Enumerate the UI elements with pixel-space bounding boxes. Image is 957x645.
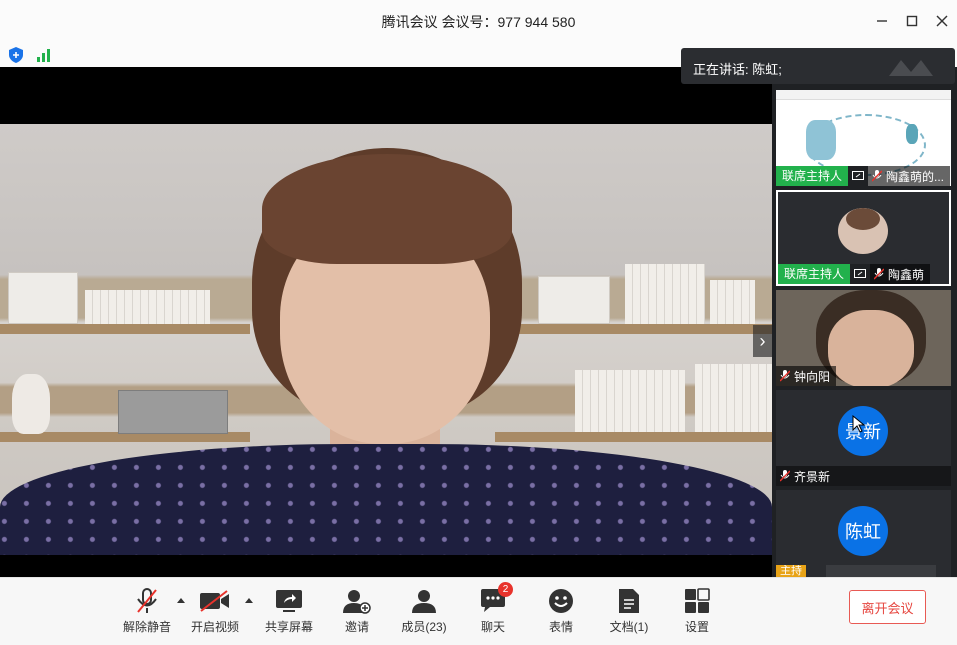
- participant-name: 陶鑫萌: [888, 267, 925, 282]
- add-user-icon: [322, 586, 392, 616]
- main-video-stage[interactable]: ›: [0, 67, 772, 577]
- shelf: [495, 324, 772, 334]
- participant-tag-row: 联席主持人 陶鑫萌: [778, 264, 931, 284]
- participant-tag-row: 钟向阳: [776, 366, 837, 386]
- participant-tile[interactable]: 景新 齐景新: [776, 390, 951, 486]
- mic-muted-icon: [780, 370, 790, 382]
- settings-label: 设置: [684, 620, 709, 634]
- participant-name-tag: 陶鑫萌: [870, 264, 931, 284]
- members-button[interactable]: 成员(23): [389, 586, 459, 635]
- books: [85, 290, 210, 324]
- share-screen-icon: [254, 586, 324, 616]
- grid-settings-icon: [662, 586, 732, 616]
- books: [710, 280, 755, 324]
- participant-name-tag: 齐景新: [776, 466, 951, 486]
- window-title: 腾讯会议 会议号：977 944 580: [381, 14, 576, 30]
- chat-button[interactable]: 2 聊天: [458, 582, 528, 635]
- invite-button[interactable]: 邀请: [322, 586, 392, 635]
- camera-off-icon: [180, 586, 250, 616]
- meeting-toolbar: 解除静音 开启视频 共享屏幕 邀请 成员(23) 2 聊天 表情 文档(1) 设…: [0, 577, 957, 645]
- smiley-icon: [526, 586, 596, 616]
- screen-share-icon: [848, 166, 869, 186]
- emoji-button[interactable]: 表情: [526, 586, 596, 635]
- participant-name-tag: 陶鑫萌的...: [868, 166, 951, 186]
- mic-muted-icon: [874, 268, 885, 280]
- unmute-button[interactable]: 解除静音: [112, 586, 182, 635]
- person-bangs: [262, 154, 512, 264]
- members-label: 成员(23): [401, 620, 447, 634]
- mic-muted-icon: [780, 470, 790, 482]
- chevron-up-icon[interactable]: [244, 596, 254, 606]
- screen-share-icon: [850, 264, 871, 284]
- participant-tag-row: 主持: [776, 565, 936, 577]
- unmute-label: 解除静音: [122, 620, 171, 634]
- shelf: [0, 324, 250, 334]
- books: [625, 264, 705, 324]
- documents-button[interactable]: 文档(1): [594, 586, 664, 635]
- settings-button[interactable]: 设置: [662, 586, 732, 635]
- mic-muted-icon: [112, 586, 182, 616]
- books: [575, 370, 685, 432]
- participant-name: 齐景新: [794, 469, 831, 484]
- minimize-icon[interactable]: [873, 12, 891, 30]
- storage-box: [538, 276, 610, 324]
- chat-icon: 2: [458, 582, 528, 616]
- tencent-meeting-logo-icon: [889, 60, 933, 76]
- vase: [12, 374, 50, 434]
- participant-tag-row: 齐景新: [776, 466, 951, 486]
- participant-tile[interactable]: 联席主持人 陶鑫萌: [776, 190, 951, 286]
- shelf: [495, 432, 772, 442]
- books: [695, 364, 772, 432]
- participant-name-tag: 钟向阳: [776, 366, 837, 386]
- next-page-arrow-icon[interactable]: ›: [753, 325, 772, 357]
- start-video-button[interactable]: 开启视频: [180, 586, 250, 635]
- participant-tile[interactable]: 陈虹 主持: [776, 490, 951, 577]
- mouse-cursor-icon: [852, 415, 866, 433]
- mic-muted-icon: [872, 170, 883, 182]
- maximize-icon[interactable]: [903, 12, 921, 30]
- storage-box: [8, 272, 78, 324]
- participant-tile[interactable]: 联席主持人 陶鑫萌的...: [776, 90, 951, 186]
- avatar: 陈虹: [838, 506, 888, 556]
- leave-meeting-button[interactable]: 离开会议: [849, 590, 926, 624]
- members-icon: [389, 586, 459, 616]
- cohost-badge: 联席主持人: [778, 264, 851, 284]
- title-bar: 腾讯会议 会议号：977 944 580: [0, 0, 957, 43]
- invite-label: 邀请: [344, 620, 369, 634]
- cohost-badge: 联席主持人: [776, 166, 849, 186]
- participant-tile[interactable]: 钟向阳: [776, 290, 951, 386]
- share-screen-label: 共享屏幕: [264, 620, 313, 634]
- avatar: [838, 208, 888, 254]
- speaking-text: 正在讲话: 陈虹;: [693, 62, 782, 77]
- participant-name: 陶鑫萌的...: [886, 169, 945, 184]
- host-badge: 主持: [776, 565, 806, 577]
- share-screen-button[interactable]: 共享屏幕: [254, 586, 324, 635]
- close-icon[interactable]: [933, 12, 951, 30]
- emoji-label: 表情: [548, 620, 573, 634]
- start-video-label: 开启视频: [190, 620, 239, 634]
- chat-label: 聊天: [480, 620, 505, 634]
- speaking-indicator: 正在讲话: 陈虹;: [681, 48, 955, 84]
- person-body: [0, 444, 772, 555]
- documents-label: 文档(1): [609, 620, 649, 634]
- laptop: [118, 390, 228, 434]
- chat-unread-badge: 2: [498, 582, 513, 597]
- active-speaker-video: [0, 124, 772, 555]
- network-signal-icon[interactable]: [36, 47, 52, 68]
- participant-tag-row: 联席主持人 陶鑫萌的...: [776, 166, 951, 186]
- participant-name: 钟向阳: [794, 369, 831, 384]
- document-icon: [594, 586, 664, 616]
- security-shield-icon[interactable]: [8, 46, 24, 69]
